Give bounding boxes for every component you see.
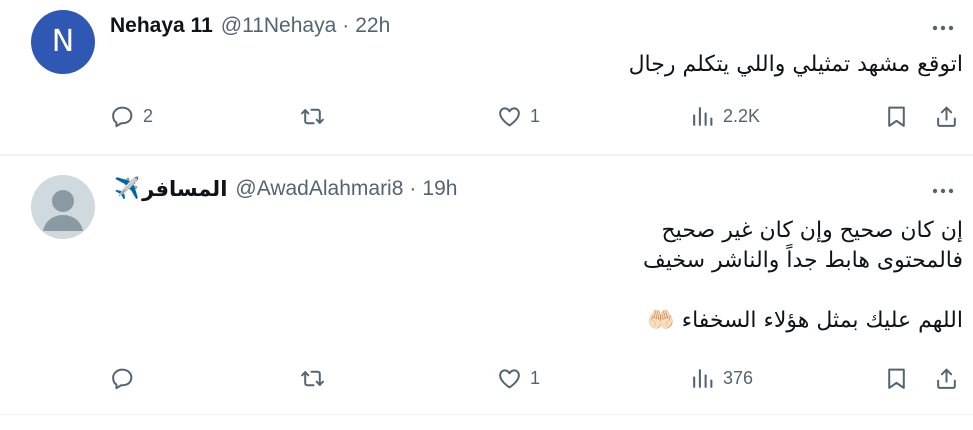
tweet-text-line: اتوقع مشهد تمثيلي واللي يتكلم رجال: [628, 52, 963, 77]
reply-button[interactable]: 2: [110, 101, 153, 131]
avatar[interactable]: [31, 175, 95, 239]
more-options-button[interactable]: [925, 16, 961, 40]
airplane-emoji: ✈️: [114, 177, 141, 200]
separator: ·: [409, 177, 417, 200]
separator: ·: [342, 14, 350, 37]
avatar[interactable]: N: [31, 10, 95, 74]
bookmark-button[interactable]: [884, 363, 909, 393]
default-avatar-icon: [43, 190, 83, 231]
like-button[interactable]: 1: [497, 101, 540, 131]
views-button[interactable]: 376: [690, 363, 753, 393]
more-icon: [932, 188, 954, 194]
tweet-header: Nehaya 11 @11Nehaya · 22h: [110, 14, 390, 38]
views-count: 2.2K: [723, 105, 761, 126]
user-handle[interactable]: @11Nehaya: [221, 14, 337, 38]
tweet-text-line: فالمحتوى هابط جداً والناشر سخيف: [642, 248, 963, 273]
user-handle[interactable]: @AwadAlahmari8: [235, 177, 403, 201]
tweet-text-line: إن كان صحيح وإن كان غير صحيح: [661, 218, 963, 243]
like-count: 1: [530, 367, 541, 388]
share-button[interactable]: [934, 363, 959, 393]
views-icon: [693, 368, 713, 388]
tweet[interactable]: ✈️ المسافر @AwadAlahmari8 · 19h إن كان ص…: [0, 155, 973, 415]
like-icon: [499, 368, 520, 388]
views-button[interactable]: 2.2K: [690, 101, 760, 131]
reply-icon: [112, 106, 133, 127]
timestamp[interactable]: 22h: [355, 14, 390, 38]
repost-button[interactable]: [300, 101, 333, 131]
tweet-text-line: اللهم عليك بمثل هؤلاء السخفاء 🤲🏻: [647, 308, 963, 333]
reply-count: 2: [143, 105, 154, 126]
more-options-button[interactable]: [925, 179, 961, 203]
action-bar: 1 376: [100, 363, 959, 393]
repost-button[interactable]: [300, 363, 333, 393]
tweet[interactable]: N Nehaya 11 @11Nehaya · 22h اتوقع مشهد ت…: [0, 0, 973, 155]
share-icon: [937, 106, 956, 127]
reply-button[interactable]: [110, 363, 143, 393]
bookmark-icon: [888, 368, 905, 389]
more-icon: [932, 25, 954, 31]
display-name[interactable]: المسافر: [142, 177, 227, 202]
views-icon: [693, 106, 713, 126]
display-name[interactable]: Nehaya 11: [110, 14, 213, 38]
tweet-text: إن كان صحيح وإن كان غير صحيح فالمحتوى ها…: [110, 216, 963, 336]
action-bar: 2 1 2.2K: [100, 101, 959, 131]
repost-icon: [301, 108, 324, 124]
timestamp[interactable]: 19h: [422, 177, 457, 201]
avatar-letter: N: [51, 24, 75, 59]
repost-icon: [301, 370, 324, 386]
tweet-text-blank-line: [110, 276, 963, 306]
bookmark-button[interactable]: [884, 101, 909, 131]
like-button[interactable]: 1: [497, 363, 540, 393]
like-count: 1: [530, 105, 541, 126]
like-icon: [499, 106, 520, 126]
bookmark-icon: [888, 106, 905, 127]
tweet-header: ✈️ المسافر @AwadAlahmari8 · 19h: [110, 177, 457, 201]
share-icon: [937, 368, 956, 389]
share-button[interactable]: [934, 101, 959, 131]
reply-icon: [112, 368, 133, 389]
views-count: 376: [723, 367, 754, 388]
tweet-text: اتوقع مشهد تمثيلي واللي يتكلم رجال: [110, 50, 963, 80]
